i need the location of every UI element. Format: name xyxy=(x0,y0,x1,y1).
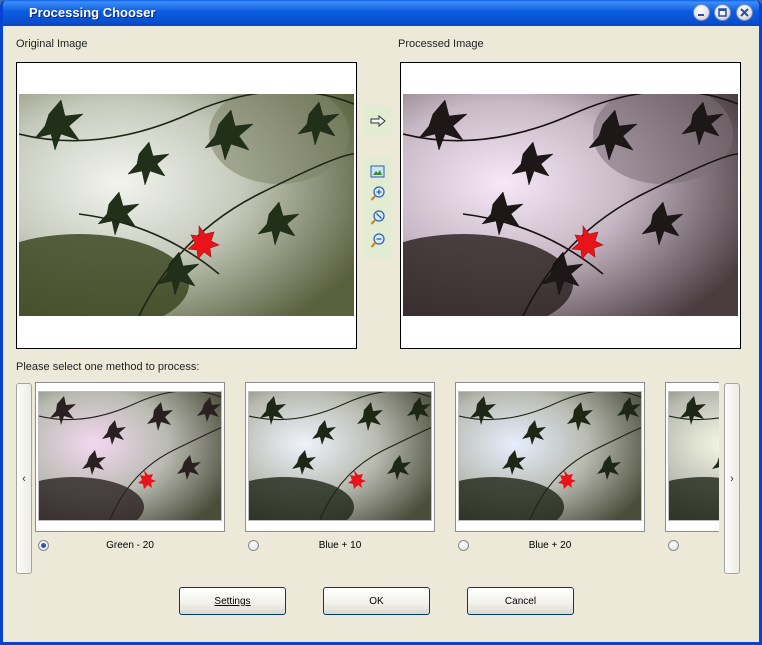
original-image-label: Original Image xyxy=(16,38,88,50)
original-image-frame xyxy=(16,62,357,349)
chevron-left-icon: ‹ xyxy=(22,472,26,485)
chevron-right-icon: › xyxy=(730,472,734,485)
fit-image-icon xyxy=(370,165,385,178)
apply-process-button[interactable] xyxy=(364,106,391,136)
cancel-button-label: Cancel xyxy=(504,595,537,607)
title-bar[interactable]: Processing Chooser xyxy=(3,0,759,26)
ok-button-label: OK xyxy=(369,595,384,607)
settings-button[interactable]: Settings xyxy=(179,587,286,615)
settings-button-label: Settings xyxy=(214,595,251,607)
method-thumbnail[interactable] xyxy=(245,382,435,532)
zoom-in-button[interactable] xyxy=(368,184,387,203)
minimize-button[interactable] xyxy=(693,4,710,21)
method-thumbnail[interactable] xyxy=(35,382,225,532)
scroll-left-button[interactable]: ‹ xyxy=(16,383,32,574)
close-icon xyxy=(740,8,749,17)
close-button[interactable] xyxy=(736,4,753,21)
method-preview-image xyxy=(668,391,719,521)
method-thumbnail[interactable] xyxy=(455,382,645,532)
method-preview-image xyxy=(458,391,642,521)
method-thumbnail-strip: Green - 20 Blue + 10 Blue + 20 xyxy=(35,382,719,560)
window-title: Processing Chooser xyxy=(29,5,156,20)
method-label: Green - 20 xyxy=(106,540,154,551)
fit-image-button[interactable] xyxy=(368,162,387,181)
cancel-button[interactable]: Cancel xyxy=(467,587,574,615)
zoom-out-icon xyxy=(370,232,385,248)
zoom-out-button[interactable] xyxy=(368,231,387,250)
minimize-icon xyxy=(698,14,704,16)
zoom-toolbar xyxy=(364,158,391,258)
method-label: Blue + 10 xyxy=(318,540,362,551)
zoom-actual-button[interactable] xyxy=(368,208,387,227)
zoom-actual-icon xyxy=(370,209,385,225)
original-photo xyxy=(19,94,354,316)
method-radio[interactable] xyxy=(668,540,679,551)
maximize-button[interactable] xyxy=(714,4,731,21)
arrow-right-icon xyxy=(370,115,386,127)
method-preview-image xyxy=(248,391,432,521)
processed-photo xyxy=(403,94,738,316)
zoom-in-icon xyxy=(370,185,385,201)
method-preview-image xyxy=(38,391,222,521)
processed-image-frame xyxy=(400,62,741,349)
scroll-right-button[interactable]: › xyxy=(724,383,740,574)
method-label: Blue + 20 xyxy=(528,540,572,551)
maximize-icon xyxy=(718,8,727,17)
ok-button[interactable]: OK xyxy=(323,587,430,615)
method-thumbnail[interactable] xyxy=(665,382,719,532)
select-method-label: Please select one method to process: xyxy=(16,361,200,373)
processed-image-label: Processed Image xyxy=(398,38,484,50)
